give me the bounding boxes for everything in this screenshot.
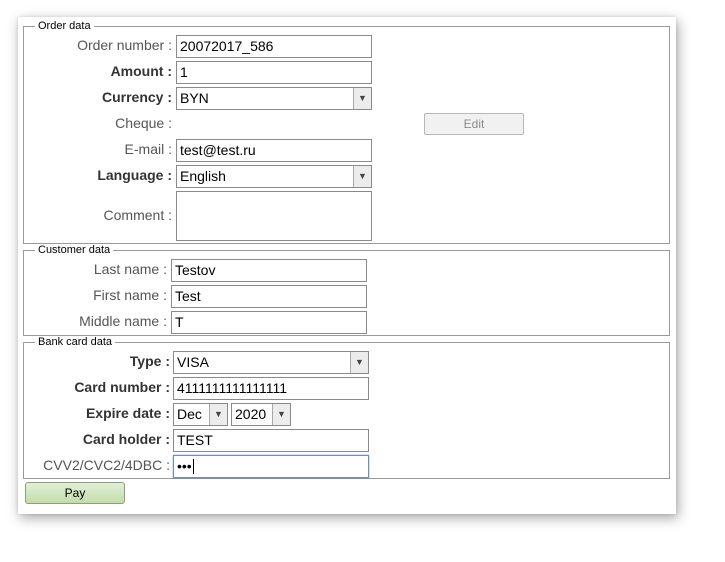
cvv-input[interactable]: ••• — [173, 455, 369, 478]
last-name-label: Last name : — [94, 261, 167, 277]
chevron-down-icon: ▼ — [353, 166, 371, 187]
payment-form-panel: Order data Order number : 20072017_586 A… — [18, 17, 676, 514]
expire-year-select[interactable]: 2020 ▼ — [231, 403, 291, 426]
currency-select-value: BYN — [180, 90, 209, 106]
card-type-select[interactable]: VISA ▼ — [173, 351, 369, 374]
order-number-input[interactable]: 20072017_586 — [176, 35, 372, 58]
comment-textarea[interactable] — [176, 191, 372, 241]
email-input[interactable]: test@test.ru — [176, 139, 372, 162]
chevron-down-icon: ▼ — [272, 404, 290, 425]
cheque-label: Cheque : — [115, 115, 172, 131]
card-type-label: Type : — [130, 353, 170, 369]
currency-label: Currency : — [102, 89, 172, 105]
pay-button[interactable]: Pay — [25, 482, 125, 504]
card-type-select-value: VISA — [177, 354, 209, 370]
middle-name-label: Middle name : — [79, 313, 167, 329]
order-data-legend: Order data — [35, 20, 94, 33]
bank-card-legend: Bank card data — [35, 336, 115, 349]
language-select-value: English — [180, 168, 226, 184]
middle-name-input[interactable]: T — [171, 311, 367, 334]
chevron-down-icon: ▼ — [353, 88, 371, 109]
card-holder-label: Card holder : — [83, 431, 170, 447]
language-select[interactable]: English ▼ — [176, 165, 372, 188]
chevron-down-icon: ▼ — [209, 404, 227, 425]
expire-month-value: Dec — [177, 406, 202, 422]
cvv-value: ••• — [177, 458, 192, 474]
cvv-label: CVV2/CVC2/4DBC : — [43, 457, 170, 473]
currency-select[interactable]: BYN ▼ — [176, 87, 372, 110]
expire-date-label: Expire date : — [86, 405, 170, 421]
chevron-down-icon: ▼ — [350, 352, 368, 373]
amount-label: Amount : — [111, 63, 172, 79]
customer-data-legend: Customer data — [35, 244, 113, 257]
expire-month-select[interactable]: Dec ▼ — [173, 403, 228, 426]
expire-year-value: 2020 — [235, 406, 266, 422]
comment-label: Comment : — [104, 207, 172, 223]
edit-cheque-button[interactable]: Edit — [424, 113, 524, 135]
email-label: E-mail : — [125, 141, 172, 157]
text-cursor — [193, 459, 194, 474]
order-number-label: Order number : — [77, 37, 172, 53]
first-name-label: First name : — [93, 287, 167, 303]
language-label: Language : — [97, 167, 172, 183]
card-holder-input[interactable]: TEST — [173, 429, 369, 452]
amount-input[interactable]: 1 — [176, 61, 372, 84]
card-number-label: Card number : — [74, 379, 170, 395]
card-number-input[interactable]: 4111111111111111 — [173, 377, 369, 400]
first-name-input[interactable]: Test — [171, 285, 367, 308]
last-name-input[interactable]: Testov — [171, 259, 367, 282]
